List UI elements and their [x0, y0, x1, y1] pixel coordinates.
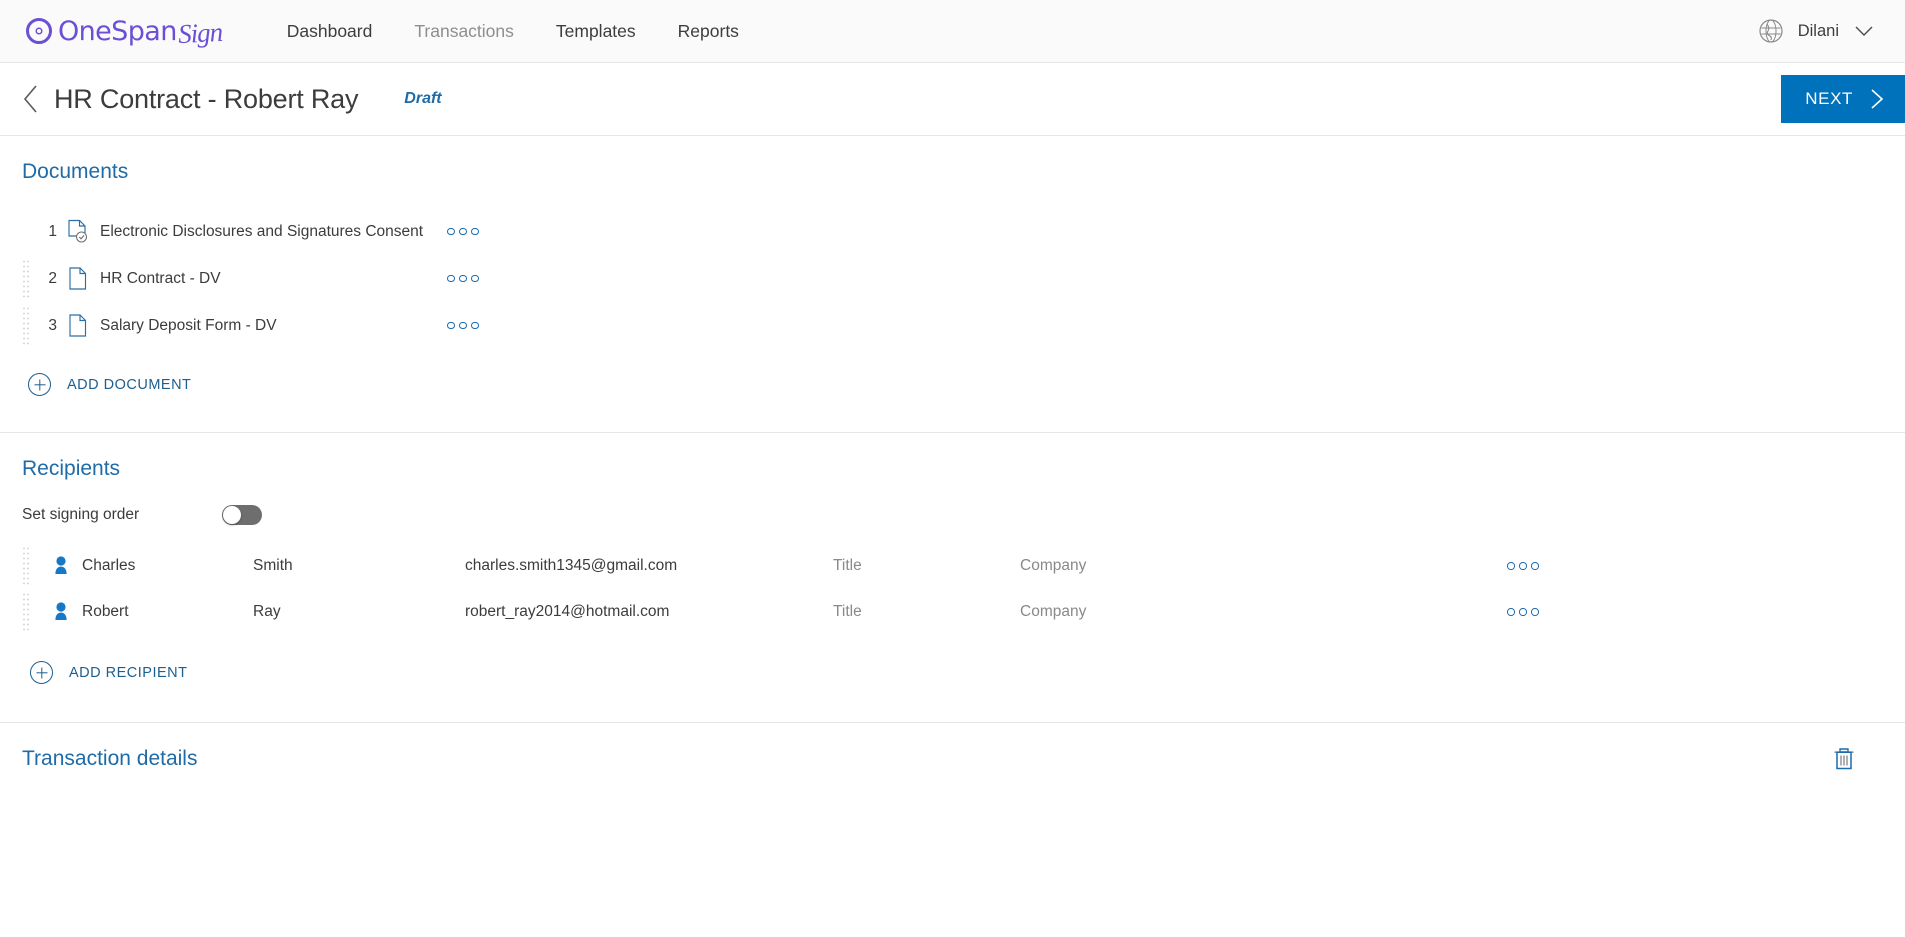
- recipient-options-menu[interactable]: [1507, 608, 1539, 616]
- transaction-details-header: Transaction details: [22, 723, 1905, 771]
- plus-circle-icon: [28, 373, 51, 396]
- drag-handle[interactable]: [22, 591, 32, 633]
- recipient-company-placeholder[interactable]: Company: [1020, 603, 1320, 621]
- recipients-heading: Recipients: [22, 457, 121, 480]
- document-icon: [69, 314, 87, 337]
- nav-right-cluster: Dilani: [1758, 18, 1875, 44]
- documents-heading: Documents: [22, 160, 129, 183]
- onespan-sign-logo[interactable]: OneSpan Sign: [26, 0, 223, 63]
- drag-handle[interactable]: [22, 258, 32, 300]
- chevron-right-icon: [1871, 89, 1884, 109]
- document-index: 1: [48, 222, 57, 240]
- user-name-label[interactable]: Dilani: [1798, 22, 1839, 41]
- trash-icon[interactable]: [1831, 745, 1857, 773]
- signing-order-row: Set signing order: [22, 505, 1905, 525]
- top-navigation-bar: OneSpan Sign Dashboard Transactions Temp…: [0, 0, 1905, 63]
- toggle-knob: [223, 506, 241, 524]
- document-index: 2: [48, 269, 57, 287]
- recipient-last-name[interactable]: Smith: [253, 557, 465, 575]
- recipient-title-placeholder[interactable]: Title: [833, 557, 1020, 575]
- add-recipient-label: ADD RECIPIENT: [69, 664, 188, 681]
- globe-icon[interactable]: [1758, 18, 1784, 44]
- next-button[interactable]: NEXT: [1781, 75, 1905, 123]
- drag-handle[interactable]: [22, 545, 32, 587]
- recipients-section: Recipients Set signing order Charles Smi…: [0, 433, 1905, 722]
- page-title: HR Contract - Robert Ray: [54, 83, 359, 114]
- document-options-menu[interactable]: [447, 321, 479, 330]
- document-row[interactable]: 3 Salary Deposit Form - DV: [22, 302, 1905, 349]
- document-options-menu[interactable]: [447, 227, 479, 236]
- recipient-title-placeholder[interactable]: Title: [833, 603, 1020, 621]
- plus-circle-icon: [30, 661, 53, 684]
- add-document-button[interactable]: ADD DOCUMENT: [28, 373, 191, 396]
- page-title-bar: HR Contract - Robert Ray Draft NEXT: [0, 63, 1905, 135]
- onespan-logo-icon: [26, 18, 52, 44]
- nav-item-reports[interactable]: Reports: [657, 0, 760, 63]
- recipient-company-placeholder[interactable]: Company: [1020, 557, 1320, 575]
- transaction-details-heading: Transaction details: [22, 747, 198, 770]
- recipient-row[interactable]: Robert Ray robert_ray2014@hotmail.com Ti…: [22, 589, 1905, 635]
- drag-handle[interactable]: [22, 211, 32, 253]
- recipients-list: Charles Smith charles.smith1345@gmail.co…: [22, 543, 1905, 635]
- signing-order-toggle[interactable]: [222, 505, 262, 525]
- document-row[interactable]: 1 Electronic Disclosures and Signatures …: [22, 208, 1905, 255]
- document-name: Electronic Disclosures and Signatures Co…: [100, 222, 424, 240]
- signing-order-label: Set signing order: [22, 506, 140, 523]
- document-name: HR Contract - DV: [100, 269, 221, 287]
- nav-item-dashboard[interactable]: Dashboard: [266, 0, 394, 63]
- document-row[interactable]: 2 HR Contract - DV: [22, 255, 1905, 302]
- chevron-left-icon[interactable]: [22, 83, 40, 115]
- add-recipient-button[interactable]: ADD RECIPIENT: [30, 661, 188, 684]
- logo-primary-text: OneSpan: [58, 15, 177, 47]
- document-icon: [69, 267, 87, 290]
- recipient-row[interactable]: Charles Smith charles.smith1345@gmail.co…: [22, 543, 1905, 589]
- next-button-label: NEXT: [1805, 89, 1853, 108]
- add-document-label: ADD DOCUMENT: [67, 376, 192, 393]
- nav-item-transactions[interactable]: Transactions: [393, 0, 535, 63]
- documents-section: Documents 1 Electronic Disclosures and S…: [0, 136, 1905, 432]
- person-icon: [55, 602, 67, 620]
- documents-list: 1 Electronic Disclosures and Signatures …: [22, 208, 1905, 349]
- recipient-last-name[interactable]: Ray: [253, 603, 465, 621]
- recipient-options-menu[interactable]: [1507, 562, 1539, 570]
- document-index: 3: [48, 316, 57, 334]
- recipient-email[interactable]: charles.smith1345@gmail.com: [465, 557, 833, 575]
- drag-handle[interactable]: [22, 305, 32, 347]
- chevron-down-icon[interactable]: [1853, 24, 1875, 38]
- document-check-icon: [68, 219, 88, 243]
- transaction-details-section: Transaction details: [0, 723, 1905, 771]
- logo-script-text: Sign: [177, 16, 223, 49]
- primary-nav-links: Dashboard Transactions Templates Reports: [266, 0, 760, 63]
- status-badge: Draft: [404, 90, 442, 107]
- document-name: Salary Deposit Form - DV: [100, 316, 277, 334]
- nav-item-templates[interactable]: Templates: [535, 0, 657, 63]
- person-icon: [55, 556, 67, 574]
- document-options-menu[interactable]: [447, 274, 479, 283]
- recipient-email[interactable]: robert_ray2014@hotmail.com: [465, 603, 833, 621]
